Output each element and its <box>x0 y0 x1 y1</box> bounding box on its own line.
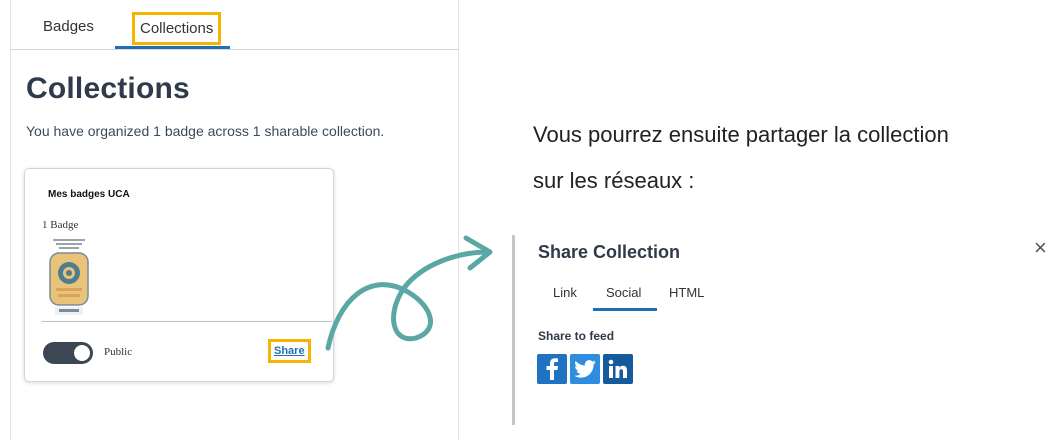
instruction-line-1: Vous pourrez ensuite partager la collect… <box>533 122 949 147</box>
curved-arrow-icon <box>325 235 493 351</box>
tab-bar: Badges Collections <box>11 0 459 50</box>
public-toggle[interactable] <box>43 342 93 364</box>
twitter-icon[interactable] <box>570 354 600 384</box>
page-title: Collections <box>26 72 190 105</box>
tab-badges[interactable]: Badges <box>43 18 94 35</box>
instruction-line-2: sur les réseaux : <box>533 168 695 193</box>
tab-link[interactable]: Link <box>553 285 577 300</box>
tab-html[interactable]: HTML <box>669 285 704 300</box>
active-tab-indicator <box>115 46 230 49</box>
collections-page: Badges Collections Collections You have … <box>10 0 459 439</box>
dialog-title: Share Collection <box>538 242 681 262</box>
facebook-icon[interactable] <box>537 354 567 384</box>
close-icon[interactable]: × <box>1034 235 1047 261</box>
badge-count: 1 Badge <box>42 219 79 231</box>
tab-collections[interactable]: Collections <box>132 12 222 45</box>
toggle-knob <box>74 345 90 361</box>
tab-social[interactable]: Social <box>606 285 641 300</box>
collections-summary: You have organized 1 badge across 1 shar… <box>26 123 385 139</box>
card-divider <box>42 321 332 322</box>
share-to-feed-label: Share to feed <box>538 329 615 343</box>
share-collection-dialog: Share Collection × Link Social HTML Shar… <box>512 235 1060 425</box>
visibility-label: Public <box>104 346 133 358</box>
instruction-text: Vous pourrez ensuite partager la collect… <box>533 112 1053 204</box>
linkedin-icon[interactable] <box>603 354 633 384</box>
collection-card[interactable]: Mes badges UCA 1 Badge Public Share <box>24 168 334 382</box>
active-tab-indicator <box>593 308 657 311</box>
collection-name: Mes badges UCA <box>48 189 130 200</box>
badge-thumbnail <box>47 237 91 319</box>
